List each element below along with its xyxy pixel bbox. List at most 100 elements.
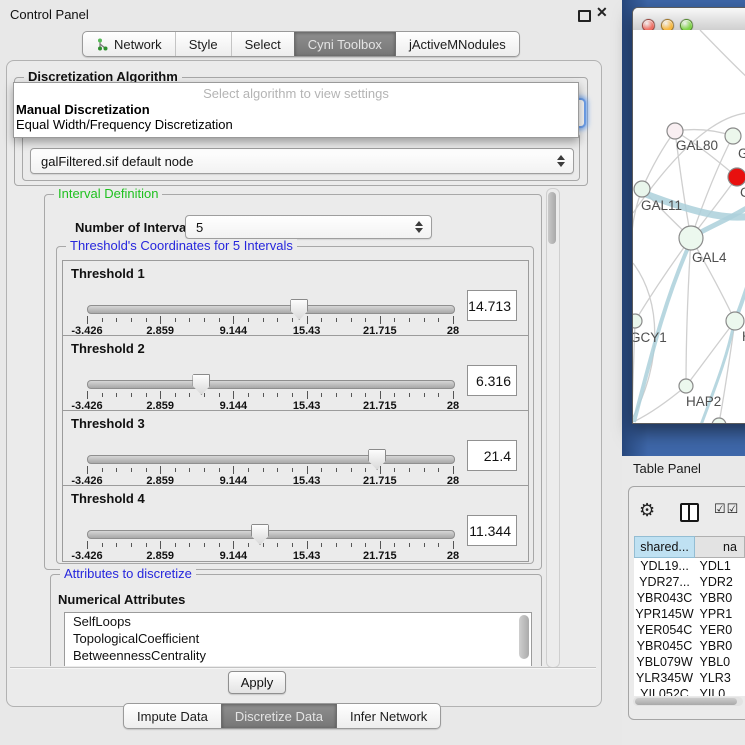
network-node[interactable] (679, 379, 693, 393)
network-node[interactable] (667, 123, 683, 139)
algorithm-placeholder: Select algorithm to view settings (14, 86, 578, 101)
network-edge[interactable] (700, 30, 745, 89)
name-cell[interactable]: YBR0 (695, 638, 745, 654)
algorithm-option[interactable]: Equal Width/Frequency Discretization (16, 117, 576, 132)
list-scrollbar[interactable] (519, 615, 529, 661)
table-horizontal-scrollbar[interactable] (633, 697, 743, 706)
shared-name-cell[interactable]: YER054C (635, 622, 695, 638)
column-header-name[interactable]: na (695, 537, 745, 558)
slider-track[interactable] (87, 530, 455, 539)
network-node-label: GCY1 (633, 330, 667, 345)
threshold-value-field[interactable]: 21.4 (467, 440, 517, 471)
tab-discretize-data[interactable]: Discretize Data (221, 704, 336, 728)
name-cell[interactable]: YBL0 (695, 654, 745, 670)
number-of-intervals-combobox[interactable]: 5 (185, 215, 432, 239)
shared-name-cell[interactable]: YBR043C (635, 590, 695, 606)
network-edge[interactable] (642, 131, 675, 189)
network-node[interactable] (633, 314, 642, 328)
tab-label: Cyni Toolbox (308, 37, 382, 52)
network-node-label: GAL80 (676, 138, 718, 153)
network-edge[interactable] (686, 238, 691, 386)
tab-impute-data[interactable]: Impute Data (124, 704, 221, 728)
threshold-value-field[interactable]: 14.713 (467, 290, 517, 321)
tab-select[interactable]: Select (231, 32, 294, 56)
network-node[interactable] (712, 418, 726, 423)
table-row[interactable]: YBR043CYBR0 (635, 590, 745, 606)
slider-ticks (87, 466, 453, 475)
algorithm-option[interactable]: Manual Discretization (16, 102, 576, 117)
shared-name-cell[interactable]: YBL079W (635, 654, 695, 670)
tick-label: 28 (447, 550, 459, 562)
table-data-combobox[interactable]: galFiltered.sif default node (30, 148, 574, 174)
apply-button[interactable]: Apply (228, 671, 286, 694)
slider-track[interactable] (87, 305, 455, 314)
network-view-window[interactable]: GAL80GACGAL11GAL4GCY1HHAP2 (632, 7, 745, 424)
close-icon[interactable]: ✕ (596, 4, 608, 21)
threshold-label: Threshold 1 (71, 266, 145, 281)
column-header-shared-name[interactable]: shared... (635, 537, 695, 558)
threshold-value-field[interactable]: 6.316 (467, 365, 517, 396)
table-row[interactable]: YDL19...YDL1 (635, 558, 745, 575)
network-canvas[interactable]: GAL80GACGAL11GAL4GCY1HHAP2 (633, 30, 745, 423)
node-table-viewport: shared... na YDL19...YDL1YDR27...YDR2YBR… (634, 536, 745, 696)
slider-track[interactable] (87, 380, 455, 389)
name-cell[interactable]: YIL0 (695, 686, 745, 696)
network-edge[interactable] (735, 245, 745, 321)
tab-cyni-toolbox[interactable]: Cyni Toolbox (294, 32, 395, 56)
split-columns-icon[interactable] (680, 503, 699, 522)
table-row[interactable]: YBR045CYBR0 (635, 638, 745, 654)
attribute-list-item[interactable]: SelfLoops (65, 613, 531, 630)
shared-name-cell[interactable]: YPR145W (635, 606, 695, 622)
node-table[interactable]: shared... na YDL19...YDL1YDR27...YDR2YBR… (634, 536, 745, 696)
table-row[interactable]: YDR27...YDR2 (635, 574, 745, 590)
attribute-list-item[interactable]: BetweennessCentrality (65, 647, 531, 664)
tab-jactivemnodules[interactable]: jActiveMNodules (395, 32, 519, 56)
name-cell[interactable]: YDR2 (695, 574, 745, 590)
shared-name-cell[interactable]: YLR345W (635, 670, 695, 686)
table-row[interactable]: YBL079WYBL0 (635, 654, 745, 670)
name-cell[interactable]: YER0 (695, 622, 745, 638)
settings-gear-icon[interactable]: ⚙ (639, 500, 655, 521)
table-row[interactable]: YER054CYER0 (635, 622, 745, 638)
apply-separator (10, 667, 596, 669)
tab-label: Style (189, 37, 218, 52)
slider-ticks (87, 541, 453, 550)
float-window-icon[interactable] (578, 10, 591, 22)
interval-definition-group-title: Interval Definition (54, 188, 162, 201)
name-cell[interactable]: YDL1 (695, 558, 745, 575)
shared-name-cell[interactable]: YBR045C (635, 638, 695, 654)
thresholds-group-title: Threshold's Coordinates for 5 Intervals (66, 239, 297, 253)
tab-style[interactable]: Style (175, 32, 231, 56)
numerical-attributes-list[interactable]: SelfLoopsTopologicalCoefficientBetweenne… (64, 612, 532, 666)
threshold-label: Threshold 2 (71, 341, 145, 356)
tab-infer-network[interactable]: Infer Network (336, 704, 440, 728)
network-node[interactable] (728, 168, 745, 186)
slider-track[interactable] (87, 455, 455, 464)
network-node[interactable] (726, 312, 744, 330)
column-checkboxes-icon[interactable]: ☑☑ (714, 501, 739, 517)
slider-ticks (87, 391, 453, 400)
settings-scroll-viewport: Interval Definition Number of Intervals … (12, 188, 546, 666)
network-node[interactable] (634, 181, 650, 197)
network-node[interactable] (679, 226, 703, 250)
table-row[interactable]: YLR345WYLR3 (635, 670, 745, 686)
tab-label: jActiveMNodules (409, 37, 506, 52)
table-row[interactable]: YPR145WYPR1 (635, 606, 745, 622)
name-cell[interactable]: YBR0 (695, 590, 745, 606)
shared-name-cell[interactable]: YDL19... (635, 558, 695, 575)
attribute-list-item[interactable]: TopologicalCoefficient (65, 630, 531, 647)
shared-name-cell[interactable]: YIL052C (635, 686, 695, 696)
name-cell[interactable]: YPR1 (695, 606, 745, 622)
shared-name-cell[interactable]: YDR27... (635, 574, 695, 590)
combobox-arrows-icon (415, 221, 423, 233)
network-icon (96, 38, 109, 51)
network-node[interactable] (725, 128, 741, 144)
tab-network[interactable]: Network (83, 32, 175, 56)
name-cell[interactable]: YLR3 (695, 670, 745, 686)
table-row[interactable]: YIL052CYIL0 (635, 686, 745, 696)
network-node-label: GA (738, 146, 745, 161)
settings-vertical-scrollbar[interactable] (546, 188, 560, 668)
slider-tick-labels: -3.4262.8599.14415.4321.71528 (87, 550, 453, 561)
tab-label: Network (114, 37, 162, 52)
threshold-value-field[interactable]: 11.344 (467, 515, 517, 546)
